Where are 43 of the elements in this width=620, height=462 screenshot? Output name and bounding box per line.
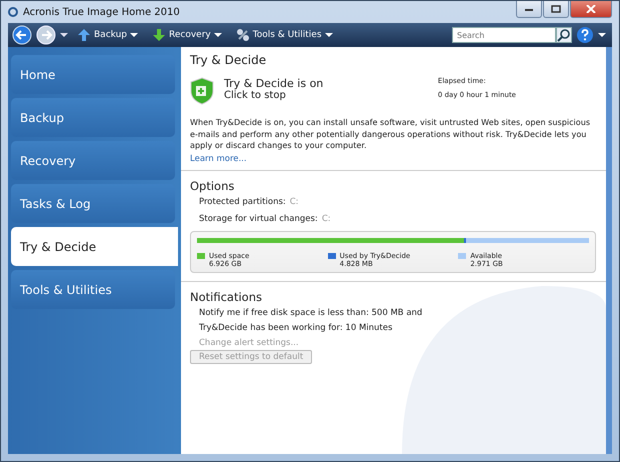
tools-icon: [236, 28, 250, 42]
maximize-button[interactable]: [543, 1, 569, 18]
learn-more-link[interactable]: Learn more...: [190, 154, 247, 164]
minimize-icon: [524, 6, 534, 12]
close-icon: [586, 5, 596, 13]
help-icon[interactable]: [576, 26, 594, 44]
section-title: Options: [190, 179, 236, 194]
window-title: Acronis True Image Home 2010: [23, 6, 180, 18]
up-arrow-icon: [77, 28, 91, 42]
forward-button[interactable]: [36, 25, 56, 45]
field-label: Protected partitions:: [199, 197, 286, 208]
sidebar-item[interactable]: Backup: [11, 98, 175, 137]
status-text: Try & Decide is on: [224, 77, 324, 90]
back-button[interactable]: [12, 25, 32, 45]
field-label: Storage for virtual changes:: [199, 214, 318, 224]
toolbar-menu[interactable]: Tools & Utilities: [230, 28, 338, 42]
sidebar-item[interactable]: Home: [11, 55, 175, 94]
field-value: C:: [322, 214, 331, 224]
field-value: C:: [290, 197, 299, 208]
search-field[interactable]: Search: [452, 27, 556, 43]
section-title: Notifications: [190, 290, 263, 304]
page-title: Try & Decide: [190, 53, 268, 67]
sidebar-item[interactable]: Tools & Utilities: [11, 270, 175, 309]
down-arrow-icon: [152, 28, 166, 42]
app-icon: [8, 7, 18, 17]
caret-icon: [324, 32, 333, 38]
description-text: When Try&Decide is on, you can install unsafe software, visit untrusted Web sites, open suspicious e-mails and perform any other potentially dangerous operations without risk. Try&Decide lets you apply or discard changes to your computer.: [190, 117, 592, 152]
notification-text: Try&Decide has been working for: 10 Minutes: [199, 323, 394, 334]
sidebar-item[interactable]: Try & Decide: [11, 227, 178, 266]
caret-icon: [214, 32, 222, 38]
close-button[interactable]: [570, 1, 612, 18]
caret-icon: [60, 32, 68, 38]
notification-text: Notify me if free disk space is less than: 500 MB and: [199, 308, 424, 318]
sidebar-item[interactable]: Tasks & Log: [11, 184, 175, 223]
minimize-button[interactable]: [516, 1, 542, 18]
maximize-icon: [551, 5, 561, 13]
stop-link[interactable]: Click to stop: [224, 90, 286, 101]
toolbar-menu[interactable]: Recovery: [147, 28, 227, 42]
caret-icon: [130, 32, 138, 38]
toolbar-menu[interactable]: Backup: [72, 28, 143, 42]
caret-icon: [598, 32, 606, 38]
search-icon[interactable]: [556, 27, 572, 43]
sidebar-item[interactable]: Recovery: [11, 141, 175, 180]
